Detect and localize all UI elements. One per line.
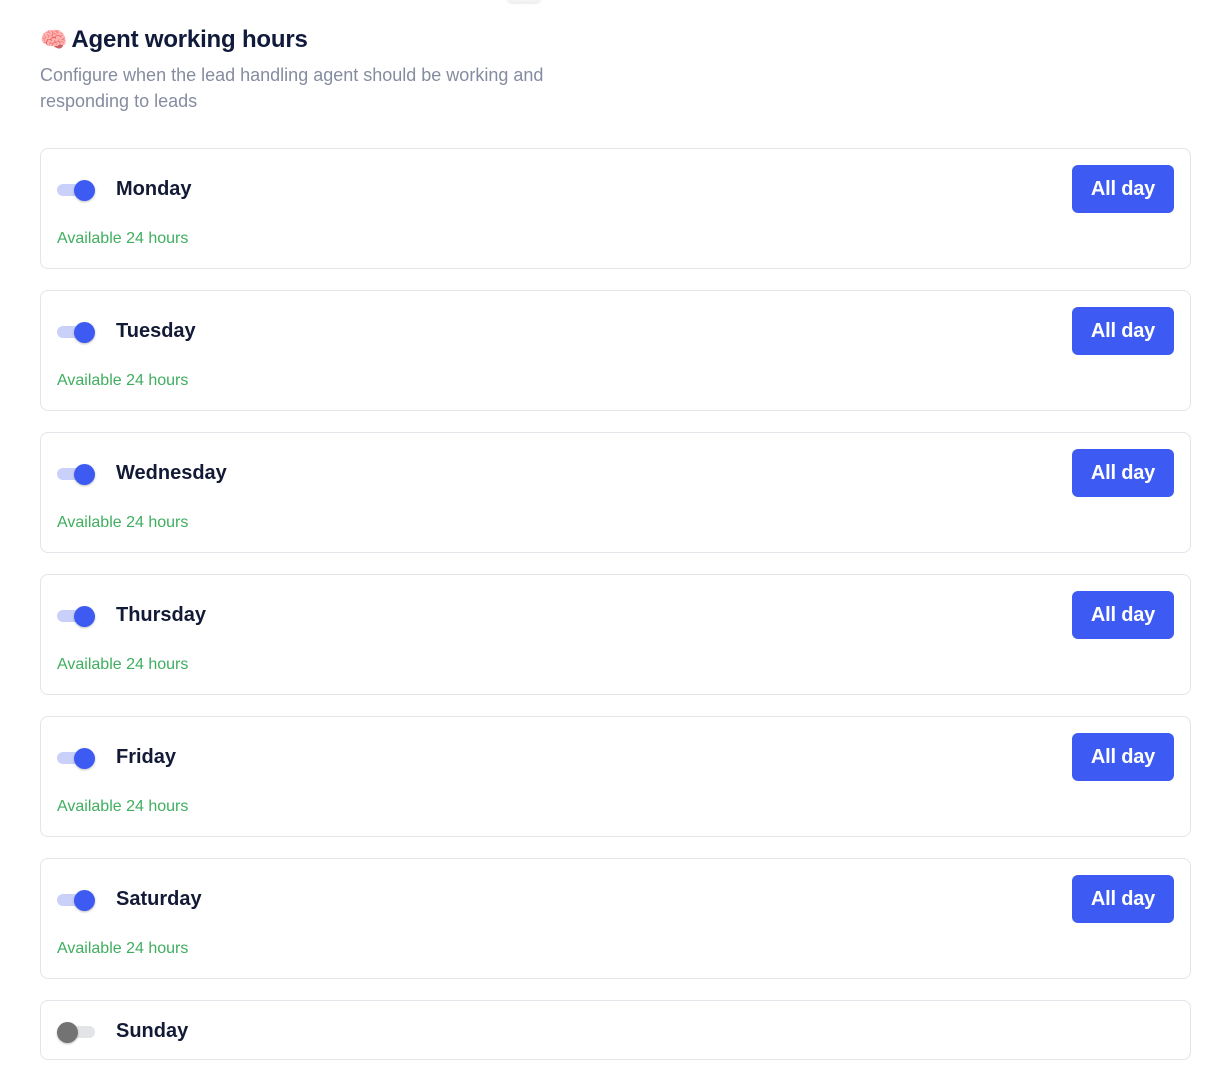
availability-status: Available 24 hours [57,514,189,531]
toggle-knob [74,890,95,911]
day-card-wednesday: Wednesday All day Available 24 hours [40,432,1191,553]
day-name: Saturday [116,887,202,910]
toggle-knob [57,1022,78,1043]
day-name: Monday [116,177,192,200]
day-row: Thursday All day [57,591,1174,639]
day-name: Tuesday [116,319,196,342]
monday-all-day-button[interactable]: All day [1072,165,1174,213]
day-name: Friday [116,745,177,768]
sunday-toggle[interactable] [57,1019,95,1043]
day-card-thursday: Thursday All day Available 24 hours [40,574,1191,695]
toggle-knob [74,180,95,201]
days-list: Monday All day Available 24 hours Tuesda… [40,148,1191,1060]
availability-status: Available 24 hours [57,798,189,815]
toggle-knob [74,464,95,485]
day-card-saturday: Saturday All day Available 24 hours [40,858,1191,979]
day-card-sunday: Sunday [40,1000,1191,1060]
day-name: Thursday [116,603,207,626]
availability-status: Available 24 hours [57,372,189,389]
working-hours-page: 🧠 Agent working hours Configure when the… [0,0,1226,1074]
day-row: Sunday [57,1007,1174,1055]
page-title: Agent working hours [71,26,308,53]
day-name: Sunday [116,1019,189,1042]
day-row: Tuesday All day [57,307,1174,355]
wednesday-toggle[interactable] [57,461,95,485]
saturday-toggle[interactable] [57,887,95,911]
availability-status: Available 24 hours [57,656,189,673]
monday-toggle[interactable] [57,177,95,201]
friday-all-day-button[interactable]: All day [1072,733,1174,781]
toggle-knob [74,322,95,343]
day-card-tuesday: Tuesday All day Available 24 hours [40,290,1191,411]
toggle-knob [74,748,95,769]
wednesday-all-day-button[interactable]: All day [1072,449,1174,497]
header: 🧠 Agent working hours [40,24,1191,56]
tuesday-all-day-button[interactable]: All day [1072,307,1174,355]
thursday-all-day-button[interactable]: All day [1072,591,1174,639]
day-card-monday: Monday All day Available 24 hours [40,148,1191,269]
toggle-knob [74,606,95,627]
day-row: Friday All day [57,733,1174,781]
availability-status: Available 24 hours [57,230,189,247]
availability-status: Available 24 hours [57,940,189,957]
saturday-all-day-button[interactable]: All day [1072,875,1174,923]
day-row: Wednesday All day [57,449,1174,497]
day-name: Wednesday [116,461,227,484]
friday-toggle[interactable] [57,745,95,769]
day-row: Saturday All day [57,875,1174,923]
tuesday-toggle[interactable] [57,319,95,343]
page-subtitle: Configure when the lead handling agent s… [40,65,544,111]
day-row: Monday All day [57,165,1174,213]
day-card-friday: Friday All day Available 24 hours [40,716,1191,837]
thursday-toggle[interactable] [57,603,95,627]
brain-icon: 🧠 [40,27,68,52]
